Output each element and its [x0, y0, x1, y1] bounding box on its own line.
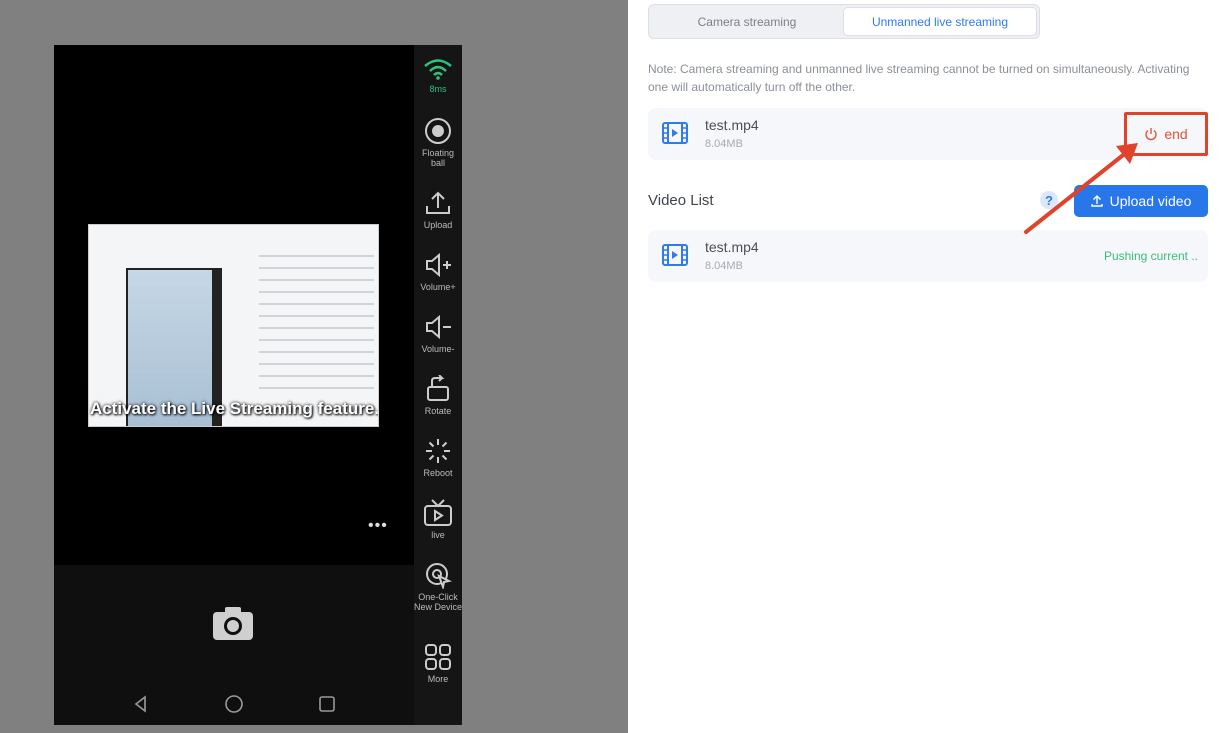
- live-tv-icon: [424, 499, 452, 526]
- network-latency: 8ms: [414, 57, 462, 94]
- volume-down-button[interactable]: Volume-: [414, 313, 462, 354]
- live-button[interactable]: live: [414, 499, 462, 540]
- home-icon[interactable]: [222, 692, 246, 716]
- power-icon: [1145, 128, 1157, 141]
- reboot-label: Reboot: [423, 468, 453, 478]
- volume-up-label: Volume+: [420, 282, 456, 292]
- camera-icon[interactable]: [212, 605, 258, 645]
- device-toolbar: 8ms Floating ball Upload Volume+ Volume-: [414, 45, 462, 725]
- new-device-icon: [426, 563, 452, 589]
- android-navbar: [54, 683, 414, 725]
- annotation-arrow-icon: [1024, 143, 1138, 234]
- preview-settings-lines: [259, 245, 374, 399]
- grid-icon: [425, 644, 451, 670]
- new-device-label: One-Click New Device: [414, 592, 463, 612]
- screen-preview: Activate the Live Streaming feature.: [88, 224, 379, 427]
- rotate-icon: [427, 375, 449, 401]
- video-file-size: 8.04MB: [705, 260, 743, 272]
- floating-ball-button[interactable]: Floating ball: [414, 117, 462, 168]
- volume-down-icon: [426, 314, 451, 340]
- latency-value: 8ms: [429, 84, 447, 94]
- reboot-icon: [426, 439, 450, 463]
- tab-camera-streaming[interactable]: Camera streaming: [651, 7, 843, 36]
- recents-icon[interactable]: [315, 692, 339, 716]
- phone-bottom-area: [54, 565, 414, 725]
- streaming-mode-tabs: Camera streaming Unmanned live streaming: [648, 4, 1040, 39]
- volume-up-button[interactable]: Volume+: [414, 251, 462, 292]
- upload-icon: [426, 191, 450, 214]
- phone-screen[interactable]: Activate the Live Streaming feature. •••: [54, 45, 414, 565]
- current-file-name: test.mp4: [705, 117, 759, 133]
- video-file-icon: [662, 122, 688, 144]
- tab-unmanned-live-streaming[interactable]: Unmanned live streaming: [843, 7, 1037, 36]
- reboot-button[interactable]: Reboot: [414, 437, 462, 478]
- more-button[interactable]: More: [414, 643, 462, 684]
- volume-up-icon: [426, 252, 451, 278]
- live-label: live: [431, 530, 445, 540]
- video-list-title: Video List: [648, 192, 714, 209]
- streaming-note: Note: Camera streaming and unmanned live…: [648, 62, 1190, 94]
- overlay-caption: Activate the Live Streaming feature.: [89, 399, 379, 418]
- video-file-icon: [662, 244, 688, 266]
- video-file-name: test.mp4: [705, 239, 759, 255]
- upload-button[interactable]: Upload: [414, 189, 462, 230]
- end-label: end: [1164, 126, 1188, 142]
- cloud-phone[interactable]: Activate the Live Streaming feature. •••: [54, 45, 414, 725]
- back-icon[interactable]: [129, 692, 153, 716]
- wifi-icon: [424, 59, 452, 80]
- volume-down-label: Volume-: [421, 344, 455, 354]
- video-status: Pushing current ..: [1103, 249, 1198, 263]
- rotate-label: Rotate: [424, 406, 452, 416]
- new-device-button[interactable]: One-Click New Device: [414, 561, 462, 612]
- floating-ball-icon: [425, 118, 451, 144]
- more-label: More: [427, 674, 449, 684]
- floating-ball-label: Floating ball: [421, 148, 455, 168]
- rotate-button[interactable]: Rotate: [414, 375, 462, 416]
- more-options-icon[interactable]: •••: [368, 517, 388, 535]
- current-file-size: 8.04MB: [705, 138, 743, 150]
- upload-label: Upload: [423, 220, 453, 230]
- live-streaming-panel: Camera streaming Unmanned live streaming…: [628, 0, 1228, 733]
